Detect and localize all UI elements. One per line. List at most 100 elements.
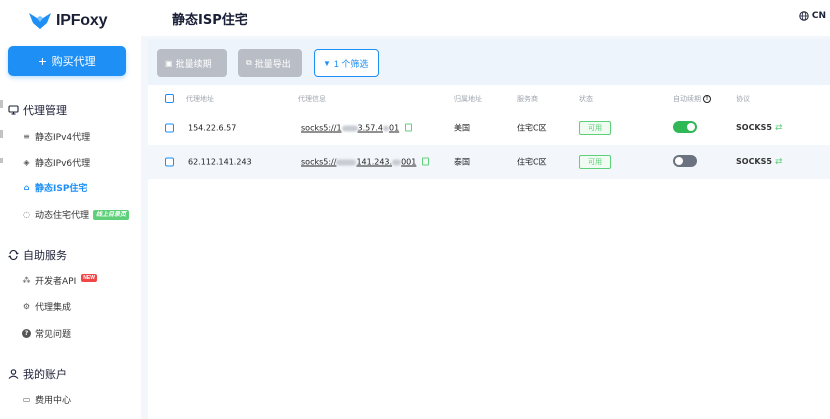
batch-renew-button[interactable]: ▣ 批量续期 [157, 49, 227, 77]
sidebar-item-dynamic-residential[interactable]: ◌ 动态住宅代理 线上目录页 [22, 208, 130, 221]
filter-icon: ▼ [323, 58, 331, 68]
sidebar-item-label: 静态IPv4代理 [35, 133, 91, 143]
sidebar-item-static-ipv6[interactable]: ◈ 静态IPv6代理 [22, 156, 90, 169]
toolbar: ▣ 批量续期 ⧉ 批量导出 ▼ 1 个筛选 [148, 39, 830, 85]
redacted-segment [336, 159, 357, 165]
refresh-icon: ◌ [23, 210, 30, 219]
batch-export-label: 批量导出 [254, 58, 291, 69]
question-icon: ? [22, 329, 31, 338]
filter-button[interactable]: ▼ 1 个筛选 [314, 49, 379, 77]
sidebar-item-label: 常见问题 [35, 330, 72, 340]
auto-renew-toggle-wrap [673, 155, 697, 169]
auto-renew-toggle[interactable] [673, 155, 697, 167]
column-header: 代理信息 [298, 95, 326, 103]
page-title: 静态ISP住宅 [172, 13, 248, 28]
copy-icon[interactable] [422, 157, 430, 165]
proxy-info-cell: socks5://141.243. 001 [301, 157, 430, 167]
column-header: 状态 [579, 95, 593, 103]
monitor-icon [8, 105, 19, 115]
protocol: SOCKS5 [736, 157, 772, 166]
edge-fragment [0, 100, 3, 108]
language-switch[interactable]: CN [799, 11, 826, 21]
layers-icon: ◈ [23, 158, 30, 167]
protocol-cell: SOCKS5 ⇄ [736, 123, 783, 133]
status-badge: 可用 [579, 121, 611, 135]
sidebar: IPFoxy + 购买代理 代理管理 ≡ 静态IPv4代理 ◈ 静态IPv6代理… [0, 0, 141, 419]
column-header: 代理地址 [186, 95, 214, 103]
proxy-address: 154.22.6.57 [188, 123, 237, 133]
swap-icon[interactable]: ⇄ [775, 157, 783, 167]
filter-label: 1 个筛选 [333, 58, 369, 69]
table-row: 154.22.6.57 socks5://1 3.57.4 01 美国 住宅C区 可… [148, 111, 830, 145]
plus-icon: + [38, 53, 47, 69]
sidebar-item-static-ipv4[interactable]: ≡ 静态IPv4代理 [22, 130, 90, 143]
copy-icon: ⧉ [246, 58, 252, 67]
edge-fragment [0, 130, 3, 138]
buy-proxy-label: 购买代理 [51, 56, 96, 68]
provider: 住宅C区 [517, 123, 547, 133]
sidebar-item-label: 动态住宅代理 [35, 211, 90, 221]
api-icon: ⁂ [22, 276, 31, 285]
topbar: 静态ISP住宅 CN [141, 0, 830, 36]
proxy-info-link[interactable]: socks5://1 3.57.4 01 [301, 124, 399, 133]
swap-icon[interactable]: ⇄ [775, 123, 783, 133]
toggle-knob [675, 157, 683, 165]
nav-group-self-service[interactable]: 自助服务 [8, 247, 67, 263]
sidebar-item-label: 费用中心 [35, 396, 72, 406]
calendar-icon: ▣ [165, 58, 173, 68]
redacted-segment [341, 125, 358, 131]
column-header-auto-renew: 自动续期! [673, 94, 711, 104]
auto-renew-toggle[interactable] [673, 121, 697, 133]
nav-group-label: 代理管理 [23, 104, 67, 117]
batch-export-button[interactable]: ⧉ 批量导出 [238, 49, 302, 77]
brand-logo[interactable]: IPFoxy [28, 10, 107, 32]
region: 美国 [454, 123, 470, 133]
brand-name: IPFoxy [56, 12, 108, 29]
column-header: 协议 [736, 95, 750, 103]
sidebar-item-label: 开发者API [35, 277, 77, 287]
sidebar-item-billing[interactable]: ▭ 费用中心 [22, 393, 71, 406]
buy-proxy-button[interactable]: + 购买代理 [8, 46, 126, 76]
column-header: 服务商 [517, 95, 538, 103]
sidebar-item-label: 代理集成 [35, 303, 72, 313]
nav-group-account[interactable]: 我的账户 [8, 366, 67, 382]
globe-icon [799, 11, 809, 21]
toggle-knob [687, 123, 695, 131]
proxy-info-cell: socks5://1 3.57.4 01 [301, 123, 413, 133]
protocol-cell: SOCKS5 ⇄ [736, 157, 783, 167]
auto-renew-toggle-wrap [673, 121, 697, 135]
row-checkbox[interactable] [165, 157, 174, 167]
table-row: 62.112.141.243 socks5://141.243. 001 泰国 住… [148, 145, 830, 179]
info-icon[interactable]: ! [703, 95, 711, 103]
row-checkbox[interactable] [165, 123, 174, 133]
fox-logo-icon [29, 13, 51, 29]
copy-icon[interactable] [405, 123, 413, 131]
card-icon: ▭ [22, 395, 31, 404]
status-badge: 可用 [579, 155, 611, 169]
new-badge: NEW [81, 273, 97, 282]
sidebar-item-faq[interactable]: ? 常见问题 [22, 327, 71, 340]
home-icon: ⌂ [23, 183, 30, 192]
select-all-checkbox[interactable] [165, 94, 174, 103]
batch-renew-label: 批量续期 [175, 58, 212, 69]
redacted-segment [392, 159, 402, 165]
sidebar-item-label: 静态IPv6代理 [35, 159, 91, 169]
main-content: ▣ 批量续期 ⧉ 批量导出 ▼ 1 个筛选 代理地址 代理信息 归属地址 服务商… [148, 39, 830, 419]
nav-group-proxy-mgmt[interactable]: 代理管理 [8, 102, 67, 118]
column-header: 自动续期 [673, 95, 701, 103]
provider: 住宅C区 [517, 157, 547, 167]
app-root: IPFoxy + 购买代理 代理管理 ≡ 静态IPv4代理 ◈ 静态IPv6代理… [0, 0, 830, 419]
table-header: 代理地址 代理信息 归属地址 服务商 状态 自动续期! 协议 [148, 85, 830, 113]
sidebar-item-developer-api[interactable]: ⁂ 开发者API NEW [22, 273, 97, 287]
gear-icon: ⚙ [22, 302, 31, 311]
sidebar-item-static-isp[interactable]: ⌂ 静态ISP住宅 [22, 181, 88, 194]
list-icon: ≡ [23, 132, 30, 141]
language-code: CN [811, 11, 826, 21]
proxy-info-link[interactable]: socks5://141.243. 001 [301, 158, 416, 167]
nav-group-label: 我的账户 [23, 368, 67, 381]
proxy-address: 62.112.141.243 [188, 157, 252, 167]
sidebar-item-integration[interactable]: ⚙ 代理集成 [22, 300, 71, 313]
sidebar-item-label: 静态ISP住宅 [35, 184, 88, 194]
column-header: 归属地址 [454, 95, 482, 103]
protocol: SOCKS5 [736, 123, 772, 132]
